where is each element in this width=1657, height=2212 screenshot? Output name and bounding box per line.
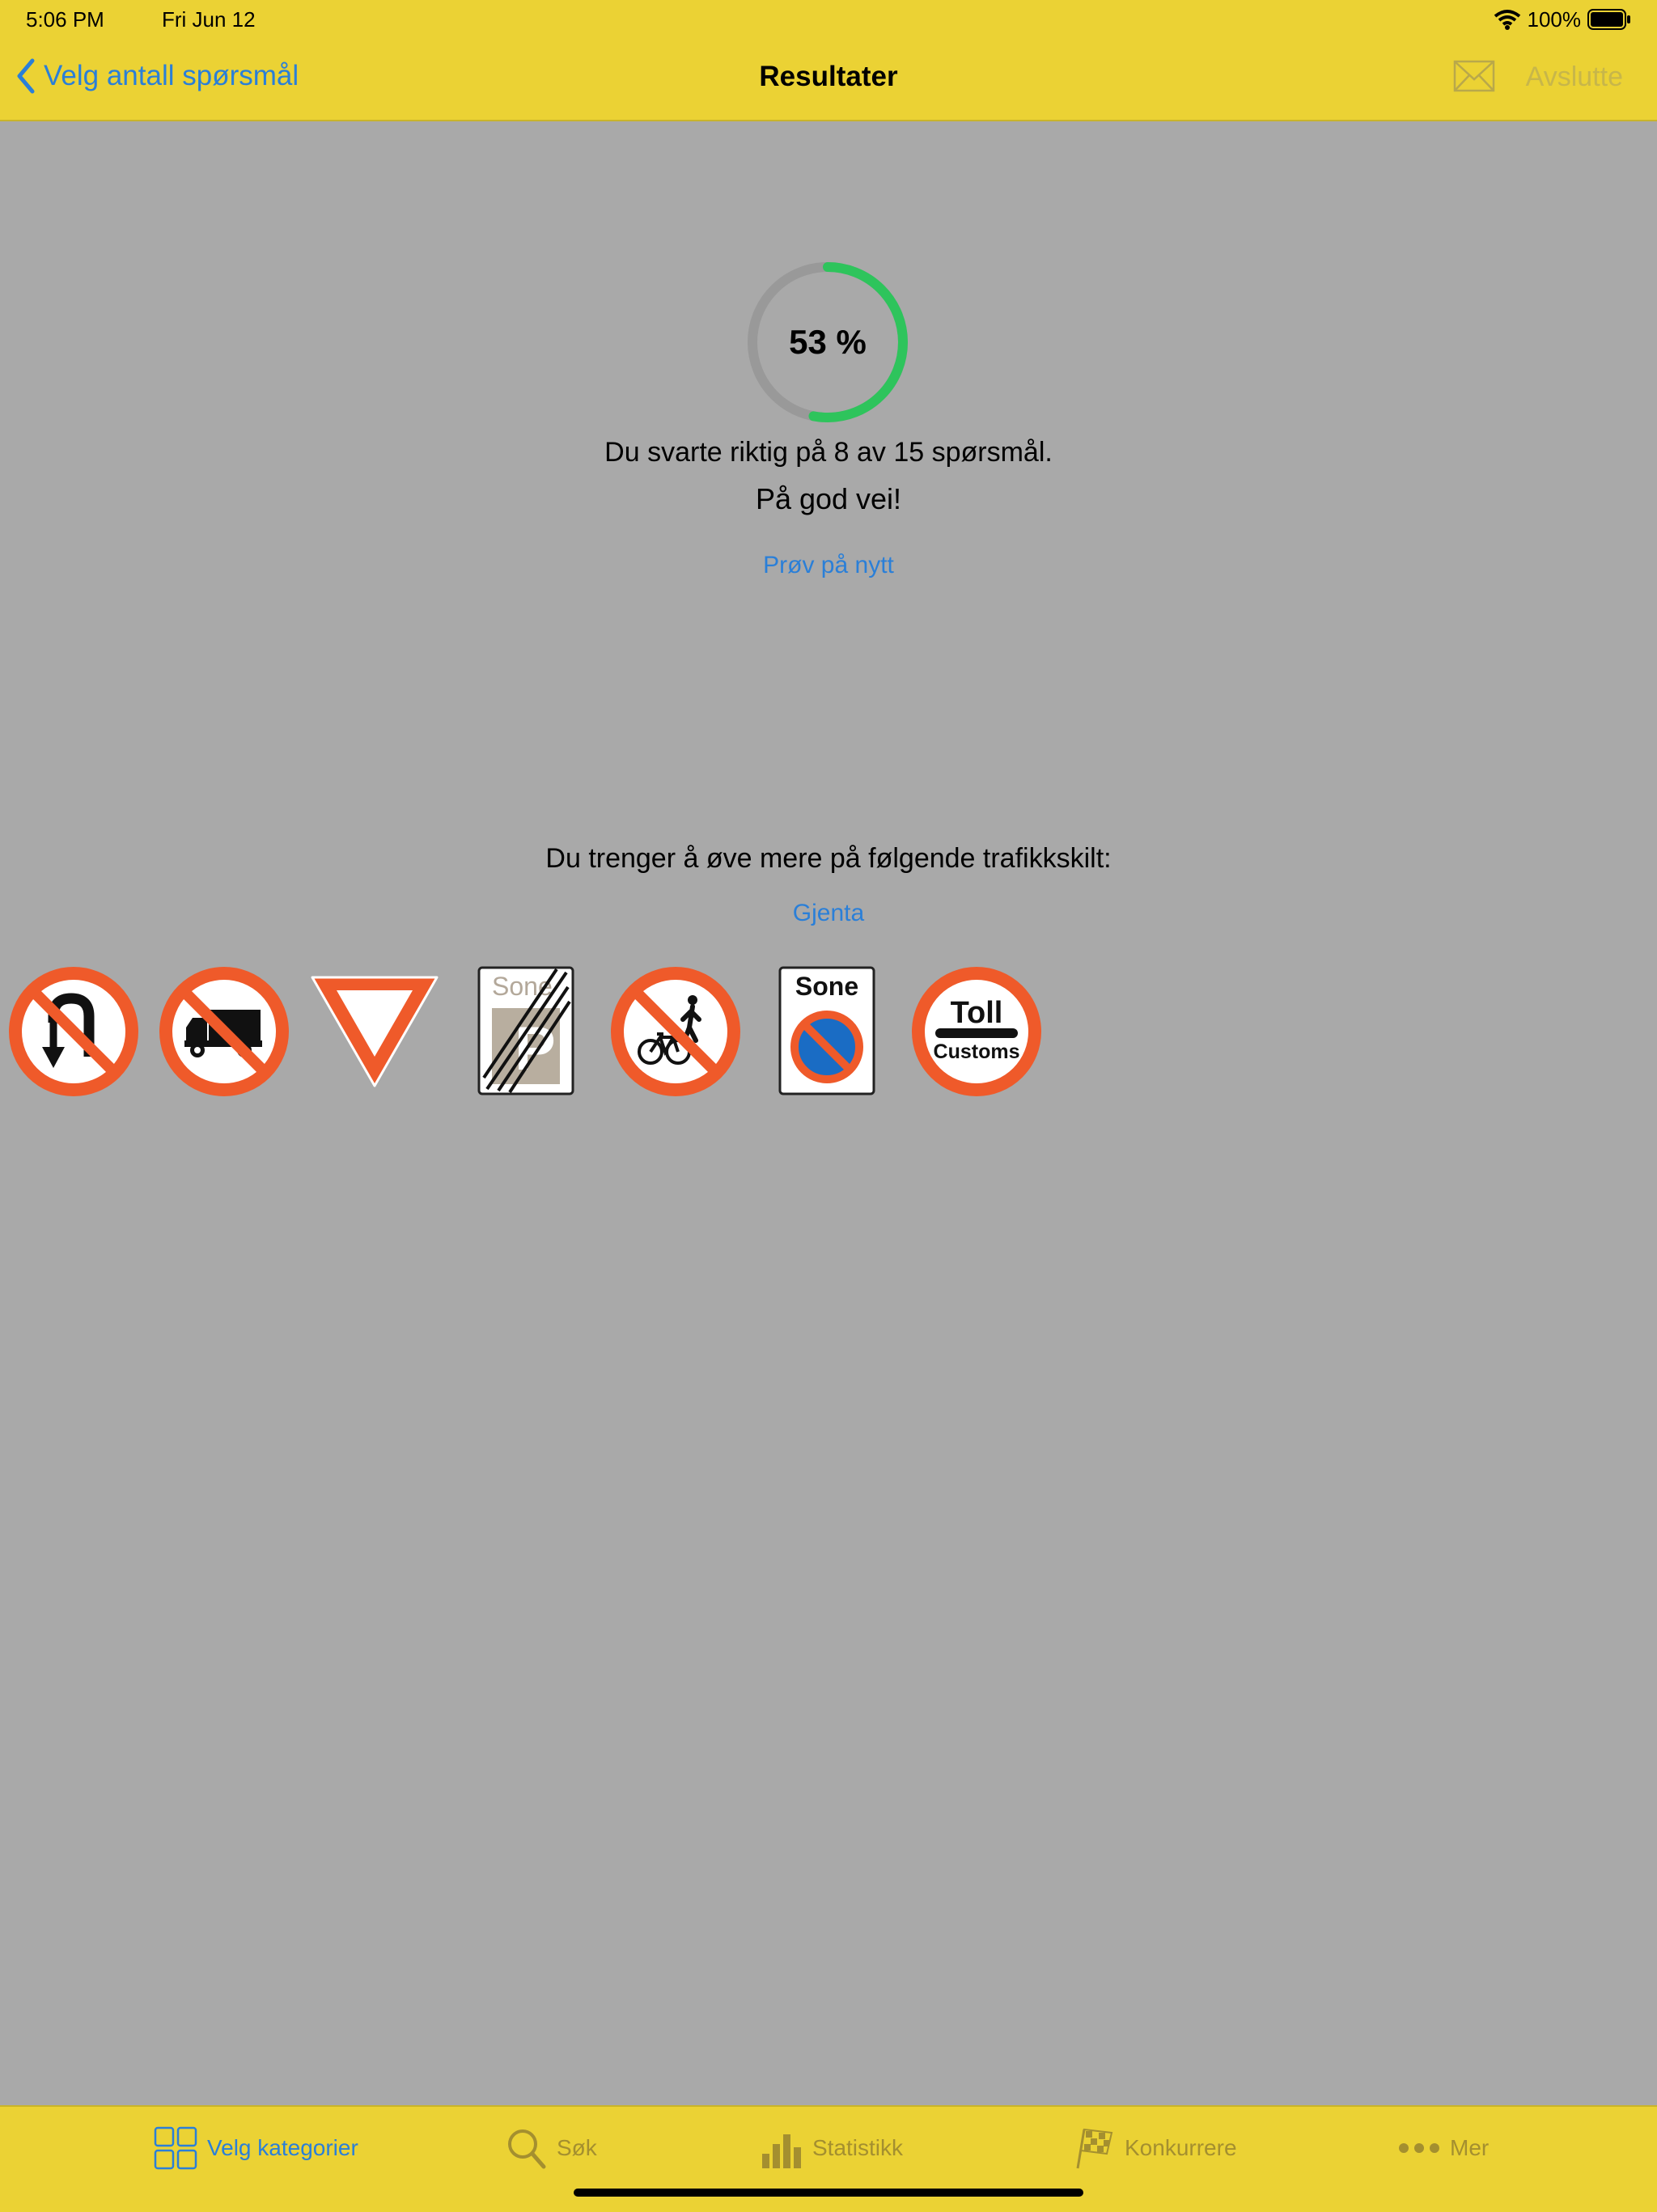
practice-title: Du trenger å øve mere på følgende trafik… <box>545 843 1112 874</box>
home-indicator <box>574 2189 1083 2197</box>
end-parking-zone-sign[interactable]: Sone P <box>460 966 591 1097</box>
search-icon <box>508 2129 546 2169</box>
progress-percent: 53 % <box>789 323 867 361</box>
no-bicycles-pedestrians-sign[interactable] <box>610 966 741 1097</box>
toll-customs-icon: Toll Customs <box>912 967 1041 1096</box>
status-date: Fri Jun 12 <box>162 7 256 32</box>
bar-chart-icon <box>762 2134 801 2168</box>
status-indicators: 100% <box>1494 5 1632 34</box>
signs-row: Sone P Sone Toll Customs <box>8 963 1042 1100</box>
repeat-button[interactable]: Gjenta <box>0 900 1657 927</box>
tab-mer[interactable]: Mer <box>1398 2126 1489 2170</box>
page-title: Resultater <box>759 61 898 92</box>
tab-label: Søk <box>557 2135 597 2160</box>
tab-velg-kategorier[interactable]: Velg kategorier <box>154 2126 358 2170</box>
battery-icon <box>1587 9 1630 30</box>
end-parking-zone-icon: Sone P <box>477 966 574 1095</box>
retry-button[interactable]: Prøv på nytt <box>0 552 1657 579</box>
tab-label: Statistikk <box>812 2135 904 2160</box>
yield-sign[interactable] <box>309 966 440 1097</box>
sign-text-customs: Customs <box>934 1040 1020 1063</box>
tab-label: Mer <box>1450 2135 1490 2160</box>
battery-percent: 100% <box>1527 6 1582 32</box>
result-comment: På god vei! <box>755 482 902 515</box>
tab-sok[interactable]: Søk <box>506 2126 597 2170</box>
toll-customs-sign[interactable]: Toll Customs <box>911 966 1042 1097</box>
envelope-icon <box>1453 60 1495 92</box>
no-u-turn-icon <box>9 967 138 1096</box>
sign-text-zone-2: Sone <box>795 972 858 1001</box>
result-summary: Du svarte riktig på 8 av 15 spørsmål. <box>604 437 1053 468</box>
no-parking-zone-icon: Sone <box>778 966 875 1095</box>
no-trucks-sign[interactable] <box>159 966 290 1097</box>
tab-label: Konkurrere <box>1125 2135 1237 2160</box>
sign-text-toll: Toll <box>951 996 1003 1030</box>
tab-konkurrere[interactable]: Konkurrere <box>1073 2126 1237 2170</box>
no-trucks-icon <box>159 967 289 1096</box>
no-bicycles-pedestrians-icon <box>611 967 740 1096</box>
checkered-flag-icon <box>1076 2128 1113 2169</box>
yield-triangle-icon <box>311 976 439 1087</box>
exit-button[interactable]: Avslutte <box>1526 61 1623 93</box>
navigation-bar: Velg antall spørsmål Resultater Avslutte <box>0 39 1657 121</box>
more-icon <box>1399 2143 1439 2153</box>
status-bar: 5:06 PM Fri Jun 12 100% <box>0 0 1657 39</box>
grid-icon <box>154 2126 197 2170</box>
wifi-icon <box>1494 10 1520 30</box>
tab-label: Velg kategorier <box>207 2135 358 2160</box>
tab-statistikk[interactable]: Statistikk <box>761 2126 903 2170</box>
status-time: 5:06 PM <box>26 7 104 32</box>
no-parking-zone-sign[interactable]: Sone <box>761 966 892 1097</box>
no-u-turn-sign[interactable] <box>8 966 139 1097</box>
mail-button[interactable] <box>1453 60 1495 96</box>
